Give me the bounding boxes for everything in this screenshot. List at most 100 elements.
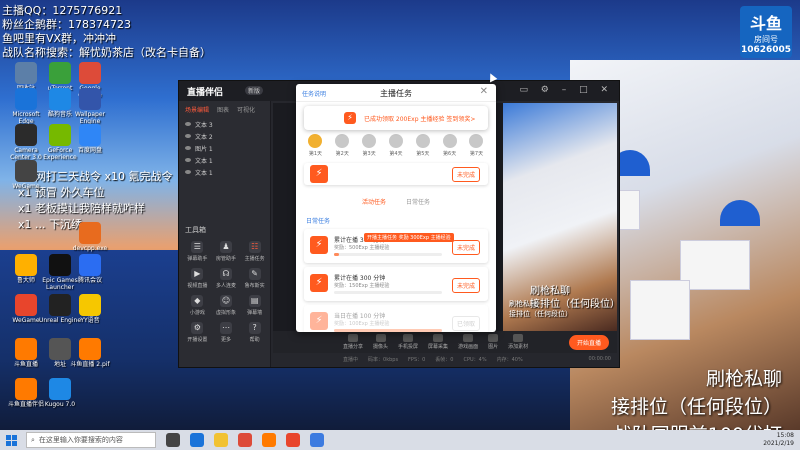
tool-item[interactable]: ☷ 主播任务 (240, 241, 269, 262)
scene-item[interactable]: 文本 2 (179, 130, 270, 142)
scene-item[interactable]: 文本 1 (179, 166, 270, 178)
app-icon[interactable] (310, 433, 324, 447)
eye-icon[interactable] (185, 158, 191, 162)
tool-label: 小游戏 (189, 310, 205, 316)
windows-taskbar: ⌕ 在这里输入你要搜索的内容 15:08 2021/2/19 (0, 430, 800, 450)
chrome-icon[interactable] (238, 433, 252, 447)
tab-activity-tasks[interactable]: 活动任务 (362, 197, 386, 206)
source-button[interactable]: 直播分享 (343, 334, 363, 350)
sign-in-day[interactable]: 第3天 (362, 134, 377, 157)
desktop-icon[interactable]: WeGame (4, 160, 48, 190)
tab-scene[interactable]: 场景编辑 (185, 105, 209, 114)
day-label: 第4天 (389, 151, 403, 157)
source-button[interactable]: 屏幕采集 (428, 334, 448, 350)
sign-in-day[interactable]: 第6天 (442, 134, 457, 157)
edge-icon[interactable] (190, 433, 204, 447)
wegame-icon[interactable] (286, 433, 300, 447)
source-button[interactable]: 图片 (488, 334, 498, 350)
tool-item[interactable]: ☊ 多人连麦 (212, 268, 241, 289)
system-tray-clock[interactable]: 15:08 2021/2/19 (763, 432, 794, 448)
file-explorer-icon[interactable] (214, 433, 228, 447)
day-label: 第6天 (443, 151, 457, 157)
app-icon (15, 88, 37, 110)
desktop-icon[interactable]: 斗鱼直播 2.pif (68, 338, 112, 368)
desktop-icon-label: 百度网盘 (77, 147, 102, 154)
source-label: 游戏画面 (458, 344, 479, 350)
desktop-icon[interactable]: devcpp.exe (68, 222, 112, 252)
day-label: 第1天 (308, 151, 323, 157)
helper-version[interactable]: 新版 (245, 86, 264, 95)
taskbar-search-input[interactable]: ⌕ 在这里输入你要搜索的内容 (26, 432, 156, 448)
scene-item[interactable]: 文本 3 (179, 118, 270, 130)
tool-label: 鲁布斯实 (244, 283, 265, 289)
tool-item[interactable]: ♟ 房管助手 (212, 241, 241, 262)
anchor-task-panel: 任务说明 主播任务 ✕ ⚡ 已成功领取 200Exp 主播经验 签到领奖> 第1… (296, 84, 496, 332)
tool-item[interactable]: ✎ 鲁布斯实 (240, 268, 269, 289)
tool-item[interactable]: ◆ 小游戏 (183, 295, 212, 316)
day-label: 第3天 (362, 151, 376, 157)
stream-info-team: 战队名称搜索：解忧奶茶店（改名卡自备） (2, 46, 211, 59)
source-bar: 直播分享 摄像头 手机投屏 屏幕采集 游戏画面 图片 添加素材 开始直播 (273, 331, 617, 353)
notice-text[interactable]: 已成功领取 200Exp 主播经验 签到领奖> (364, 114, 475, 123)
task-button[interactable]: 未完成 (451, 278, 480, 293)
status-item: CPU：4% (463, 356, 487, 363)
tab-visual[interactable]: 可视化 (237, 105, 255, 114)
source-button[interactable]: 游戏画面 (458, 334, 478, 350)
task-progress-bar (334, 253, 442, 256)
desktop-icon-label: Wallpaper Engine (74, 111, 105, 125)
app-icon (15, 294, 37, 316)
start-live-button[interactable]: 开始直播 (568, 335, 609, 350)
tab-chart[interactable]: 图表 (217, 105, 229, 114)
windows-start-icon[interactable] (0, 430, 22, 450)
coin-icon (442, 134, 457, 148)
tool-item[interactable]: ? 帮助 (240, 322, 269, 343)
app-icon (79, 254, 101, 276)
source-button[interactable]: 添加素材 (508, 334, 528, 350)
tool-item[interactable]: ▤ 弹幕墙 (240, 295, 269, 316)
task-button[interactable]: 未完成 (451, 167, 480, 182)
sign-in-day[interactable]: 第1天 (308, 134, 323, 157)
tool-icon: ☺ (219, 295, 232, 307)
tool-item[interactable]: ☰ 弹幕助手 (183, 241, 212, 262)
desktop-icon-label: Kugou 7.0 (44, 401, 76, 408)
eye-icon[interactable] (185, 170, 191, 174)
scene-item[interactable]: 文本 1 (179, 154, 270, 166)
sign-in-day[interactable]: 第5天 (415, 134, 430, 157)
scene-item[interactable]: 图片 1 (179, 142, 270, 154)
sign-in-day[interactable]: 第7天 (469, 134, 484, 157)
tool-item[interactable]: ☺ 虚拟形象 (212, 295, 241, 316)
window-controls[interactable]: ▭ ⚙ – □ ✕ (519, 85, 613, 95)
desktop-icon[interactable]: 腾讯会议 (68, 254, 112, 284)
task-progress-fill (334, 329, 442, 332)
tool-icon: ✎ (248, 268, 261, 280)
douyu-mark: 斗鱼 (749, 14, 782, 33)
douyu-helper-icon[interactable] (262, 433, 276, 447)
tool-item[interactable]: ▶ 视频直播 (183, 268, 212, 289)
task-button[interactable]: 已领取 (451, 316, 480, 331)
tool-item[interactable]: ⋯ 更多 (212, 322, 241, 343)
source-button[interactable]: 摄像头 (373, 334, 388, 350)
scene-label: 文本 2 (195, 133, 213, 141)
tool-label: 主播任务 (244, 256, 265, 262)
source-label: 屏幕采集 (428, 344, 449, 350)
desktop-icon[interactable]: Wallpaper Engine (68, 88, 112, 125)
task-button[interactable]: 未完成 (451, 240, 480, 255)
source-button[interactable]: 手机投屏 (398, 334, 418, 350)
desktop-icon[interactable]: 百度网盘 (68, 124, 112, 154)
desktop-icon[interactable]: Kugou 7.0 (38, 378, 82, 408)
tool-label: 开播设置 (187, 337, 208, 343)
left-tabs: 场景编辑 图表 可视化 (179, 101, 270, 118)
eye-icon[interactable] (185, 146, 191, 150)
sign-in-day[interactable]: 第2天 (335, 134, 350, 157)
source-icon (375, 334, 386, 342)
tab-daily-tasks[interactable]: 日常任务 (406, 197, 430, 206)
close-icon[interactable]: ✕ (480, 86, 488, 97)
eye-icon[interactable] (185, 122, 191, 126)
app-icon (49, 378, 71, 400)
desktop-icon[interactable]: YY语音 (68, 294, 112, 324)
task-view-icon[interactable] (166, 433, 180, 447)
tool-item[interactable]: ⚙ 开播设置 (183, 322, 212, 343)
day-label: 第7天 (469, 151, 484, 157)
sign-in-day[interactable]: 第4天 (388, 134, 403, 157)
eye-icon[interactable] (185, 134, 191, 138)
